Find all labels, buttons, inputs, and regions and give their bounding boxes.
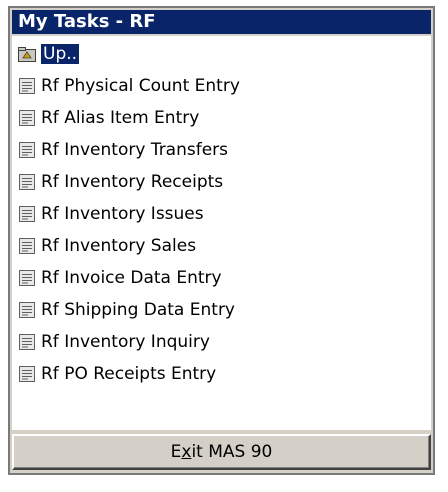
list-item-label: Rf Inventory Inquiry bbox=[41, 332, 210, 352]
task-document-icon bbox=[18, 205, 36, 223]
task-document-icon bbox=[18, 77, 36, 95]
task-document-icon bbox=[18, 333, 36, 351]
list-item-task[interactable]: Rf Shipping Data Entry bbox=[14, 296, 431, 324]
task-document-icon bbox=[18, 237, 36, 255]
list-item-task[interactable]: Rf Inventory Transfers bbox=[14, 136, 431, 164]
window-title: My Tasks - RF bbox=[12, 10, 431, 34]
list-item-task[interactable]: Rf PO Receipts Entry bbox=[14, 360, 431, 388]
list-item-task[interactable]: Rf Alias Item Entry bbox=[14, 104, 431, 132]
exit-label-post: it MAS 90 bbox=[191, 442, 273, 462]
list-item-label: Rf Physical Count Entry bbox=[41, 76, 240, 96]
list-item-label: Rf Alias Item Entry bbox=[41, 108, 200, 128]
list-item-label: Rf Inventory Sales bbox=[41, 236, 197, 256]
list-item-up[interactable]: Up.. bbox=[14, 40, 431, 68]
list-item-task[interactable]: Rf Inventory Receipts bbox=[14, 168, 431, 196]
list-item-task[interactable]: Rf Inventory Inquiry bbox=[14, 328, 431, 356]
list-item-task[interactable]: Rf Inventory Sales bbox=[14, 232, 431, 260]
list-item-label: Rf Inventory Issues bbox=[41, 204, 204, 224]
tasks-window: My Tasks - RF Up.. Rf Physical Count Ent… bbox=[8, 6, 435, 475]
task-document-icon bbox=[18, 365, 36, 383]
folder-up-icon bbox=[18, 45, 36, 63]
task-list[interactable]: Up.. Rf Physical Count Entry Rf Alias It… bbox=[12, 36, 431, 430]
task-document-icon bbox=[18, 109, 36, 127]
list-item-label: Rf Invoice Data Entry bbox=[41, 268, 222, 288]
task-document-icon bbox=[18, 269, 36, 287]
list-item-label: Up.. bbox=[39, 43, 81, 65]
task-document-icon bbox=[18, 141, 36, 159]
task-document-icon bbox=[18, 301, 36, 319]
list-item-task[interactable]: Rf Invoice Data Entry bbox=[14, 264, 431, 292]
list-item-label: Rf Inventory Receipts bbox=[41, 172, 224, 192]
list-item-task[interactable]: Rf Physical Count Entry bbox=[14, 72, 431, 100]
exit-label-accelerator: x bbox=[181, 442, 192, 462]
task-document-icon bbox=[18, 173, 36, 191]
exit-label-pre: E bbox=[170, 442, 182, 462]
list-item-label: Rf Inventory Transfers bbox=[41, 140, 229, 160]
exit-button[interactable]: Ex it MAS 90 bbox=[12, 434, 431, 470]
list-item-label: Rf PO Receipts Entry bbox=[41, 364, 217, 384]
list-item-task[interactable]: Rf Inventory Issues bbox=[14, 200, 431, 228]
list-item-label: Rf Shipping Data Entry bbox=[41, 300, 235, 320]
